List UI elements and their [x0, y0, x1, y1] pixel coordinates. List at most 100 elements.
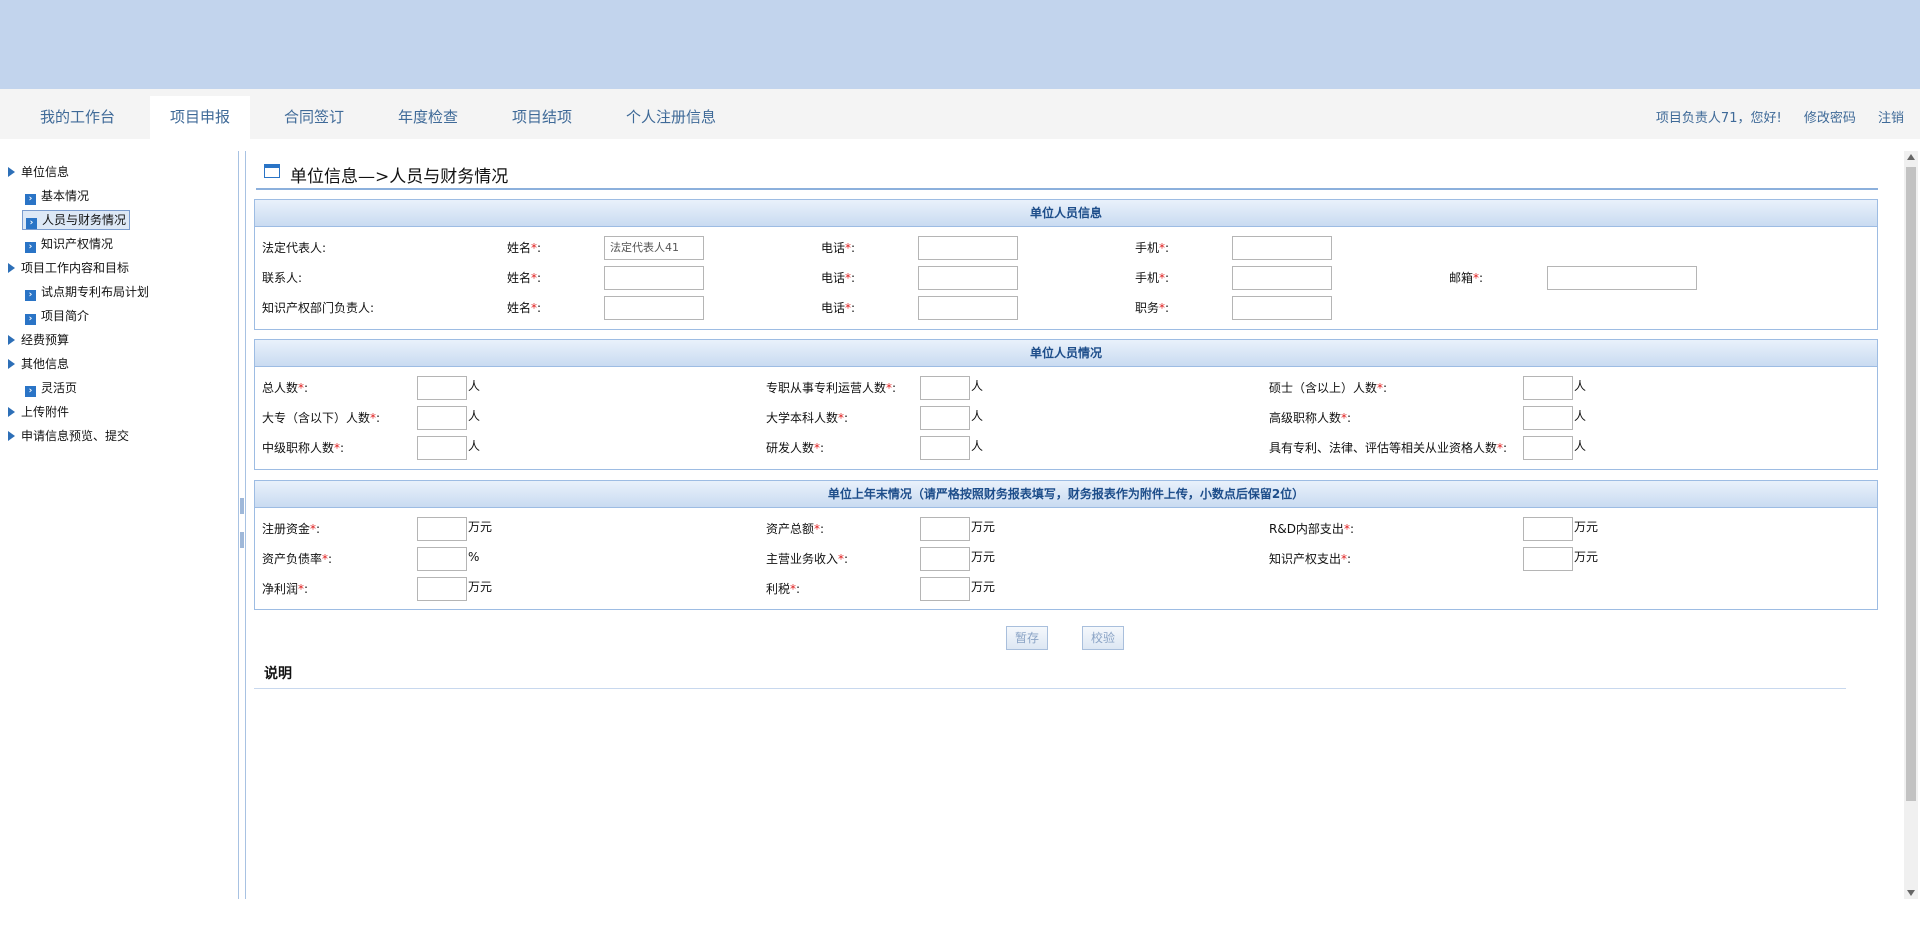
contact-phone-input[interactable] — [918, 266, 1018, 290]
debt-ratio-input[interactable] — [417, 547, 467, 571]
field-label: 总人数*: — [262, 381, 309, 395]
unit-label: 万元 — [468, 580, 493, 594]
section-header: 单位人员情况 — [255, 340, 1877, 367]
senior-title-count-input[interactable] — [1523, 406, 1573, 430]
sidebar-group-unit-info[interactable]: 单位信息 — [8, 162, 69, 182]
rnd-count-input[interactable] — [920, 436, 970, 460]
field-label: 主营业务收入*: — [766, 552, 849, 566]
total-staff-input[interactable] — [417, 376, 467, 400]
scroll-down-icon[interactable] — [1907, 890, 1915, 896]
section-header: 单位上年末情况（请严格按照财务报表填写，财务报表作为附件上传，小数点后保留2位） — [255, 481, 1877, 508]
masters-count-input[interactable] — [1523, 376, 1573, 400]
scroll-up-icon[interactable] — [1907, 154, 1915, 160]
field-label: 电话*: — [821, 271, 856, 285]
unit-label: 人 — [1574, 409, 1587, 423]
unit-label: 人 — [1574, 439, 1587, 453]
ip-head-position-input[interactable] — [1232, 296, 1332, 320]
header-banner — [0, 0, 1920, 89]
registered-capital-input[interactable] — [417, 517, 467, 541]
unit-label: 人 — [468, 409, 481, 423]
field-label: 姓名*: — [507, 301, 542, 315]
arrow-square-icon: › — [26, 218, 37, 229]
ip-spend-input[interactable] — [1523, 547, 1573, 571]
notes-divider — [254, 688, 1846, 689]
scroll-thumb[interactable] — [1906, 167, 1916, 801]
field-label: 中级职称人数*: — [262, 441, 345, 455]
ip-head-phone-input[interactable] — [918, 296, 1018, 320]
expand-triangle-icon — [8, 167, 15, 177]
vertical-scrollbar[interactable] — [1904, 151, 1918, 899]
collapse-left-handle[interactable] — [240, 498, 246, 514]
contact-mobile-input[interactable] — [1232, 266, 1332, 290]
contact-email-input[interactable] — [1547, 266, 1697, 290]
expand-triangle-icon — [8, 407, 15, 417]
field-label: 电话*: — [821, 301, 856, 315]
logout-link[interactable]: 注销 — [1878, 111, 1904, 126]
sidebar-item-flexible-page[interactable]: › 灵活页 — [22, 378, 80, 398]
expand-triangle-icon — [8, 263, 15, 273]
sidebar-item-ip[interactable]: › 知识产权情况 — [22, 234, 116, 254]
mid-title-count-input[interactable] — [417, 436, 467, 460]
tab-my-workbench[interactable]: 我的工作台 — [20, 96, 135, 139]
personnel-stats-section: 单位人员情况 总人数*: 人 专职从事专利运营人数*: 人 硕士（含以上）人数*… — [254, 339, 1878, 470]
arrow-square-icon: › — [25, 314, 36, 325]
field-label: 知识产权支出*: — [1269, 552, 1352, 566]
legal-rep-phone-input[interactable] — [918, 236, 1018, 260]
field-label: 研发人数*: — [766, 441, 825, 455]
unit-label: 人 — [468, 439, 481, 453]
field-label: 注册资金*: — [262, 522, 321, 536]
sidebar-item-basic[interactable]: › 基本情况 — [22, 186, 92, 206]
change-password-link[interactable]: 修改密码 — [1804, 111, 1856, 126]
total-assets-input[interactable] — [920, 517, 970, 541]
tab-contract-signing[interactable]: 合同签订 — [264, 96, 364, 139]
save-draft-button[interactable]: 暂存 — [1006, 626, 1048, 650]
tab-project-closure[interactable]: 项目结项 — [492, 96, 592, 139]
sidebar-group-upload[interactable]: 上传附件 — [8, 402, 69, 422]
college-count-input[interactable] — [417, 406, 467, 430]
sidebar-group-other[interactable]: 其他信息 — [8, 354, 69, 374]
net-profit-input[interactable] — [417, 577, 467, 601]
arrow-square-icon: › — [25, 386, 36, 397]
sidebar-divider — [238, 151, 239, 899]
sidebar-item-label: 基本情况 — [41, 189, 90, 203]
content-divider — [245, 151, 246, 899]
field-label: 净利润*: — [262, 582, 309, 596]
unit-label: % — [468, 550, 480, 564]
validate-button[interactable]: 校验 — [1082, 626, 1124, 650]
sidebar-item-staff-finance[interactable]: › 人员与财务情况 — [22, 210, 131, 230]
tab-project-application[interactable]: 项目申报 — [150, 96, 251, 139]
expand-right-handle[interactable] — [240, 532, 246, 548]
top-navigation: 我的工作台 项目申报 合同签订 年度检查 项目结项 个人注册信息 项目负责人71… — [0, 89, 1920, 139]
field-label: 资产负债率*: — [262, 552, 333, 566]
expand-triangle-icon — [8, 335, 15, 345]
sidebar-item-label: 知识产权情况 — [41, 237, 114, 251]
unit-label: 万元 — [971, 520, 996, 534]
sidebar-item-pilot-plan[interactable]: › 试点期专利布局计划 — [22, 282, 152, 302]
unit-label: 万元 — [1574, 550, 1599, 564]
main-revenue-input[interactable] — [920, 547, 970, 571]
legal-rep-name-input[interactable]: 法定代表人41 — [604, 236, 704, 260]
unit-label: 人 — [1574, 379, 1587, 393]
sidebar-item-label: 试点期专利布局计划 — [41, 285, 150, 299]
rnd-spend-input[interactable] — [1523, 517, 1573, 541]
sidebar-group-label: 单位信息 — [21, 165, 70, 179]
qualified-count-input[interactable] — [1523, 436, 1573, 460]
field-label: 大专（含以下）人数*: — [262, 411, 381, 425]
sidebar-item-project-intro[interactable]: › 项目简介 — [22, 306, 92, 326]
contact-name-input[interactable] — [604, 266, 704, 290]
tab-personal-registration[interactable]: 个人注册信息 — [606, 96, 736, 139]
tax-input[interactable] — [920, 577, 970, 601]
unit-label: 万元 — [971, 580, 996, 594]
sidebar-group-budget[interactable]: 经费预算 — [8, 330, 69, 350]
sidebar-group-preview-submit[interactable]: 申请信息预览、提交 — [8, 426, 129, 446]
patent-ops-staff-input[interactable] — [920, 376, 970, 400]
sidebar-group-project-goals[interactable]: 项目工作内容和目标 — [8, 258, 129, 278]
tab-annual-inspection[interactable]: 年度检查 — [378, 96, 478, 139]
sidebar-item-label: 人员与财务情况 — [42, 213, 127, 227]
legal-rep-mobile-input[interactable] — [1232, 236, 1332, 260]
unit-label: 人 — [468, 379, 481, 393]
legal-rep-label: 法定代表人: — [262, 241, 327, 255]
ip-head-name-input[interactable] — [604, 296, 704, 320]
bachelor-count-input[interactable] — [920, 406, 970, 430]
field-label: 资产总额*: — [766, 522, 825, 536]
